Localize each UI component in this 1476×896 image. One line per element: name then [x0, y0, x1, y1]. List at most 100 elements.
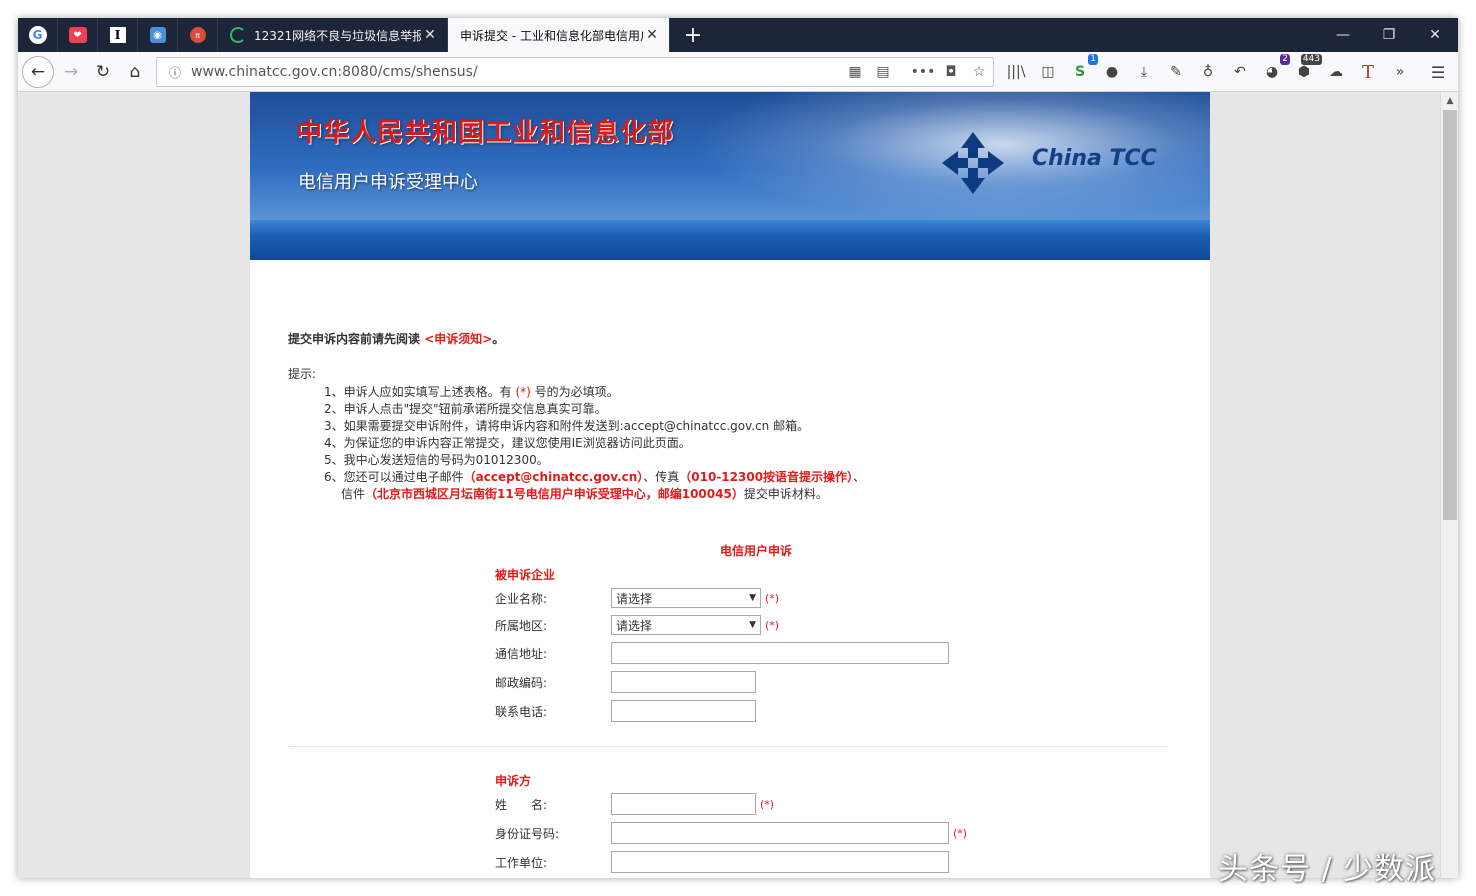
info-icon[interactable]: ⓘ: [163, 64, 187, 81]
navigation-toolbar: ← → ↻ ⌂ ⓘ www.chinatcc.gov.cn:8080/cms/s…: [18, 52, 1458, 92]
phone-input[interactable]: [611, 700, 756, 722]
extension-badge: 2: [1280, 54, 1290, 65]
bookmark-star-icon[interactable]: ☆: [965, 58, 993, 86]
pinned-tab-pocket[interactable]: ❤: [58, 18, 98, 52]
close-icon[interactable]: ✕: [421, 27, 439, 43]
tab-title: 12321网络不良与垃圾信息举报: [254, 28, 421, 43]
name-row: 姓 名: (*): [495, 792, 774, 816]
company-select[interactable]: 请选择 ▼: [611, 588, 761, 608]
name-label: 姓 名:: [495, 797, 548, 812]
url-bar[interactable]: ⓘ www.chinatcc.gov.cn:8080/cms/shensus/ …: [156, 57, 994, 87]
address-row: 通信地址:: [495, 641, 949, 665]
page-actions-icon[interactable]: •••: [909, 58, 937, 86]
id-row: 身份证号码: (*): [495, 821, 967, 845]
url-text[interactable]: www.chinatcc.gov.cn:8080/cms/shensus/: [187, 64, 841, 80]
required-mark: (*): [953, 826, 968, 840]
ublock-icon[interactable]: ⬢ 443: [1292, 54, 1322, 84]
notice-prefix: 提交申诉内容前请先阅读: [288, 332, 421, 346]
page-body: 中华人民共和国工业和信息化部 电信用户申诉受理中心 China TCC 提交申诉…: [250, 92, 1210, 878]
minimize-button[interactable]: —: [1320, 18, 1366, 52]
required-mark: (*): [765, 591, 780, 605]
reload-icon: ↻: [95, 62, 111, 82]
reload-button[interactable]: ↻: [88, 57, 118, 87]
scroll-thumb[interactable]: [1443, 110, 1457, 520]
phone-label: 联系电话:: [495, 704, 548, 719]
chevron-down-icon: ▼: [749, 620, 756, 630]
banner-bar: [250, 220, 1210, 260]
section-title-complainant: 申诉方: [495, 774, 532, 788]
tab-strip: G ❤ I ◉ π 12321网络不良与垃圾信息举报 ✕ 申诉提交 - 工业和信…: [18, 18, 1458, 52]
company-select-value: 请选择: [616, 591, 653, 606]
translate-t-icon[interactable]: T: [1356, 60, 1380, 84]
pinned-tab-google[interactable]: G: [18, 18, 58, 52]
section-title-company: 被申诉企业: [495, 568, 556, 582]
feed-icon: ◉: [149, 27, 166, 43]
work-unit-input[interactable]: [611, 851, 949, 873]
region-select[interactable]: 请选择 ▼: [611, 615, 761, 635]
tab-title: 申诉提交 - 工业和信息化部电信用户: [460, 28, 643, 43]
restore-button[interactable]: ❐: [1366, 18, 1412, 52]
address-input[interactable]: [611, 642, 949, 664]
scroll-up-icon[interactable]: ▲: [1441, 92, 1458, 110]
pinned-tab-instapaper[interactable]: I: [98, 18, 138, 52]
company-label: 企业名称:: [495, 591, 548, 606]
forward-button[interactable]: →: [56, 57, 86, 87]
loading-icon: [230, 27, 246, 43]
pocket-icon: ❤: [68, 27, 87, 43]
tab-12321[interactable]: 12321网络不良与垃圾信息举报 ✕: [218, 18, 448, 52]
overflow-chevron-icon[interactable]: »: [1388, 60, 1412, 84]
postcode-label: 邮政编码:: [495, 675, 548, 690]
pocket-save-icon[interactable]: ◘: [937, 58, 965, 86]
postcode-input[interactable]: [611, 671, 756, 693]
notice-suffix: 。: [492, 332, 505, 346]
notice-line: 提交申诉内容前请先阅读 <申诉须知>。: [288, 330, 1168, 347]
name-input[interactable]: [611, 793, 756, 815]
reader-view-icon[interactable]: ▤: [869, 58, 897, 86]
extension-cookie-icon[interactable]: ◕ 2: [1260, 54, 1290, 84]
site-banner: 中华人民共和国工业和信息化部 电信用户申诉受理中心 China TCC: [250, 92, 1210, 260]
watermark: 头条号 / 少数派: [1218, 852, 1437, 887]
pinned-tab-feed[interactable]: ◉: [138, 18, 178, 52]
id-number-input[interactable]: [611, 822, 949, 844]
close-window-button[interactable]: ✕: [1412, 18, 1458, 52]
china-tcc-logo-icon: [942, 132, 1004, 194]
tip-item: 5、我中心发送短信的号码为01012300。: [324, 453, 549, 467]
section-divider: [288, 746, 1168, 747]
work-row: 工作单位:: [495, 850, 949, 874]
qr-code-icon[interactable]: ▦: [841, 58, 869, 86]
region-select-value: 请选择: [616, 618, 653, 633]
sync-extension-icon[interactable]: S 1: [1068, 54, 1098, 84]
phone-row: 联系电话:: [495, 699, 756, 723]
notice-link[interactable]: <申诉须知>: [424, 332, 492, 346]
arrow-left-icon: ←: [30, 62, 46, 82]
close-icon[interactable]: ✕: [643, 27, 661, 43]
hamburger-menu-icon[interactable]: ☰: [1426, 60, 1450, 84]
tab-shensu[interactable]: 申诉提交 - 工业和信息化部电信用户 ✕: [448, 18, 670, 52]
tips-title: 提示:: [288, 367, 317, 381]
required-mark: (*): [760, 797, 775, 811]
company-row: 企业名称: 请选择 ▼ (*): [495, 586, 779, 610]
work-label: 工作单位:: [495, 855, 548, 870]
id-label: 身份证号码:: [495, 826, 560, 841]
arrow-right-icon: →: [63, 62, 79, 82]
cloud-icon[interactable]: ☁: [1324, 60, 1348, 84]
lightbulb-icon[interactable]: ♁: [1196, 60, 1220, 84]
back-button[interactable]: ←: [22, 56, 54, 88]
tip-item: 4、为保证您的申诉内容正常提交，建议您使用IE浏览器访问此页面。: [324, 436, 691, 450]
chevron-down-icon: ▼: [749, 593, 756, 603]
vertical-scrollbar[interactable]: ▲: [1440, 92, 1458, 878]
extension-balls-icon[interactable]: ●: [1100, 60, 1124, 84]
instapaper-icon: I: [109, 27, 126, 43]
banner-brand: China TCC: [1032, 146, 1157, 171]
home-button[interactable]: ⌂: [120, 57, 150, 87]
tip-item: 1、申诉人应如实填写上述表格。有 (*) 号的为必填项。: [324, 385, 619, 399]
browser-window: G ❤ I ◉ π 12321网络不良与垃圾信息举报 ✕ 申诉提交 - 工业和信…: [18, 18, 1458, 878]
tip-item: 6、您还可以通过电子邮件（accept@chinatcc.gov.cn）、传真（…: [324, 470, 866, 484]
download-icon[interactable]: ⤓: [1132, 60, 1156, 84]
sidebar-icon[interactable]: ◫: [1036, 60, 1060, 84]
undo-icon[interactable]: ↶: [1228, 60, 1252, 84]
new-tab-button[interactable]: +: [678, 18, 708, 52]
pinned-tab-todoist[interactable]: π: [178, 18, 218, 52]
eyedropper-icon[interactable]: ✎: [1164, 60, 1188, 84]
library-icon[interactable]: |||\: [1004, 60, 1028, 84]
